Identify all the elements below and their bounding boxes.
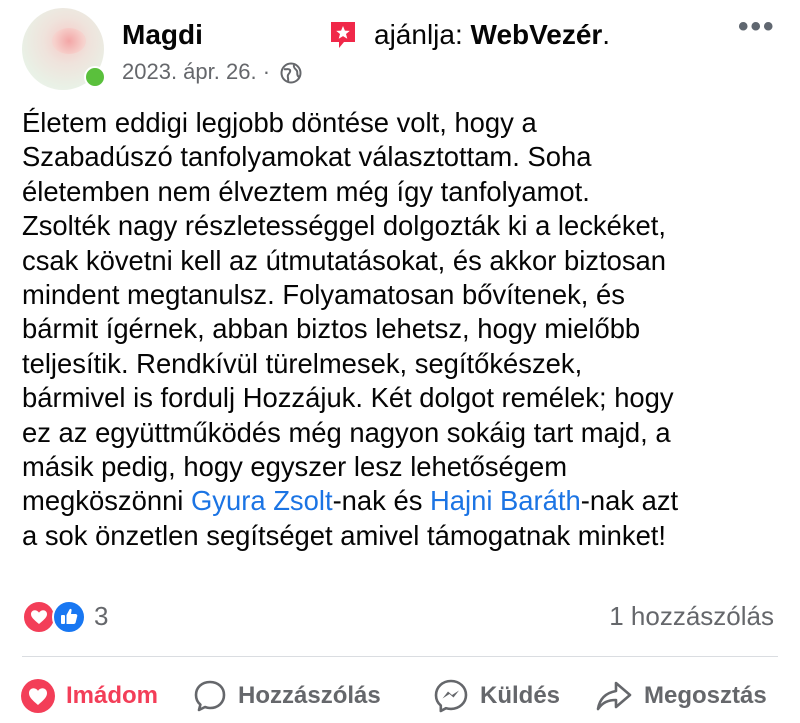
recommends-prefix: ajánlja:	[374, 19, 463, 50]
share-arrow-icon	[596, 681, 632, 711]
speech-bubble-icon	[194, 680, 226, 712]
mention-link[interactable]: Gyura Zsolt	[191, 485, 333, 516]
online-status-dot	[84, 66, 106, 88]
recommended-page-link[interactable]: WebVezér	[471, 19, 603, 50]
post-text-part1: Életem eddigi legjobb döntése volt, hogy…	[22, 107, 674, 517]
share-button[interactable]: Megosztás	[594, 676, 767, 716]
heart-icon	[22, 600, 56, 634]
love-button[interactable]: Imádom	[20, 676, 158, 716]
action-bar: Imádom Hozzászólás Küldés Megosztás	[0, 676, 800, 716]
meta-separator: ·	[262, 59, 271, 84]
star-badge-icon	[331, 22, 355, 48]
divider	[22, 656, 778, 657]
comment-label: Hozzászólás	[238, 682, 381, 709]
thumbs-up-icon	[52, 600, 86, 634]
globe-icon[interactable]	[280, 62, 302, 84]
recommendation-text: ajánlja: WebVezér.	[374, 18, 610, 52]
love-label: Imádom	[66, 682, 159, 709]
comments-count-link[interactable]: 1 hozzászólás	[609, 600, 774, 632]
post-meta: 2023. ápr. 26. ·	[122, 58, 302, 86]
post-text-part2: -nak és	[332, 485, 430, 517]
post-body: Életem eddigi legjobb döntése volt, hogy…	[22, 106, 782, 553]
reaction-count: 3	[94, 601, 109, 631]
recommends-suffix: .	[602, 19, 611, 50]
more-options-button[interactable]: •••	[738, 10, 776, 44]
send-button[interactable]: Küldés	[432, 676, 560, 716]
share-label: Megosztás	[644, 682, 767, 709]
messenger-icon	[434, 679, 468, 713]
avatar-image	[52, 28, 86, 54]
comment-button[interactable]: Hozzászólás	[192, 676, 381, 716]
heart-icon	[21, 679, 55, 713]
author-name[interactable]: Magdi	[122, 18, 203, 52]
mention-link[interactable]: Hajni Baráth	[430, 485, 581, 516]
send-label: Küldés	[480, 682, 561, 709]
post-date[interactable]: 2023. ápr. 26.	[122, 59, 257, 84]
